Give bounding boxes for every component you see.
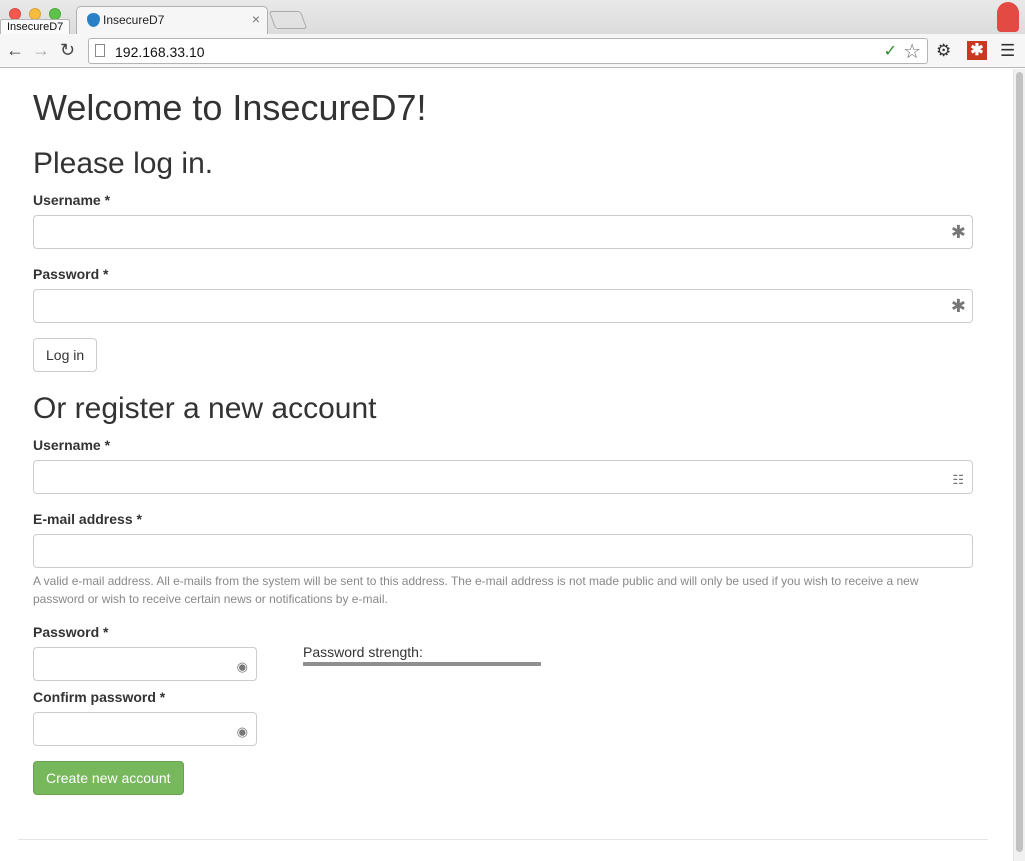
confirm-password-input[interactable]: ◉ xyxy=(33,712,257,746)
login-password-label: Password * xyxy=(33,266,109,282)
back-arrow-icon[interactable]: ← xyxy=(6,40,24,60)
browser-toolbar: ← → ↻ 192.168.33.10 ✓ ☆ ⚙ ✱ ☰ xyxy=(0,34,1025,68)
required-asterisk-icon: ✱ xyxy=(950,222,966,242)
register-password-label: Password * xyxy=(33,624,109,640)
register-username-label: Username * xyxy=(33,437,111,453)
menu-icon[interactable]: ☰ xyxy=(1000,41,1015,61)
drupal-favicon-icon xyxy=(87,13,100,27)
page-icon xyxy=(95,44,105,57)
register-password-input[interactable]: ◉ xyxy=(33,647,257,681)
email-label: E-mail address * xyxy=(33,511,142,527)
password-key-icon: ◉ xyxy=(236,659,248,674)
password-strength-bar xyxy=(303,662,541,666)
new-tab-button[interactable] xyxy=(268,11,308,29)
create-account-button[interactable]: Create new account xyxy=(33,761,184,795)
confirm-password-label: Confirm password * xyxy=(33,689,166,705)
footer-divider xyxy=(18,839,988,840)
email-input[interactable] xyxy=(33,534,973,568)
register-username-input[interactable]: ☷ xyxy=(33,460,973,494)
password-key-icon: ◉ xyxy=(236,724,248,739)
login-heading: Please log in. xyxy=(33,147,214,180)
register-heading: Or register a new account xyxy=(33,392,377,425)
reload-icon[interactable]: ↻ xyxy=(60,40,75,60)
url-text[interactable]: 192.168.33.10 xyxy=(115,44,205,60)
required-asterisk-icon: ✱ xyxy=(950,296,966,316)
scrollbar-thumb[interactable] xyxy=(1016,72,1023,852)
address-bar[interactable]: 192.168.33.10 ✓ ☆ xyxy=(88,38,928,64)
email-help-text: A valid e-mail address. All e-mails from… xyxy=(33,574,919,606)
browser-tab[interactable]: InsecureD7 × xyxy=(76,6,268,34)
login-button[interactable]: Log in xyxy=(33,338,98,372)
profile-avatar-icon[interactable] xyxy=(997,2,1019,32)
tab-strip: InsecureD7 InsecureD7 × xyxy=(0,0,1025,36)
tab-close-icon[interactable]: × xyxy=(252,11,260,27)
forward-arrow-icon[interactable]: → xyxy=(32,40,50,60)
contact-card-icon: ☷ xyxy=(952,472,964,487)
page-scrollbar[interactable] xyxy=(1013,69,1025,861)
login-username-label: Username * xyxy=(33,192,111,208)
check-extension-icon[interactable]: ✓ xyxy=(884,41,897,61)
login-password-input[interactable]: ✱ xyxy=(33,289,973,323)
asterisk-extension-icon[interactable]: ✱ xyxy=(967,41,987,60)
tab-title: InsecureD7 xyxy=(103,13,165,27)
page-title: Welcome to InsecureD7! xyxy=(33,87,427,128)
login-username-input[interactable]: ✱ xyxy=(33,215,973,249)
gear-icon[interactable]: ⚙ xyxy=(936,41,951,61)
password-strength-label: Password strength: xyxy=(303,644,423,660)
bookmark-star-icon[interactable]: ☆ xyxy=(903,39,921,64)
page-viewport: Welcome to InsecureD7! Please log in. Us… xyxy=(0,69,1013,861)
